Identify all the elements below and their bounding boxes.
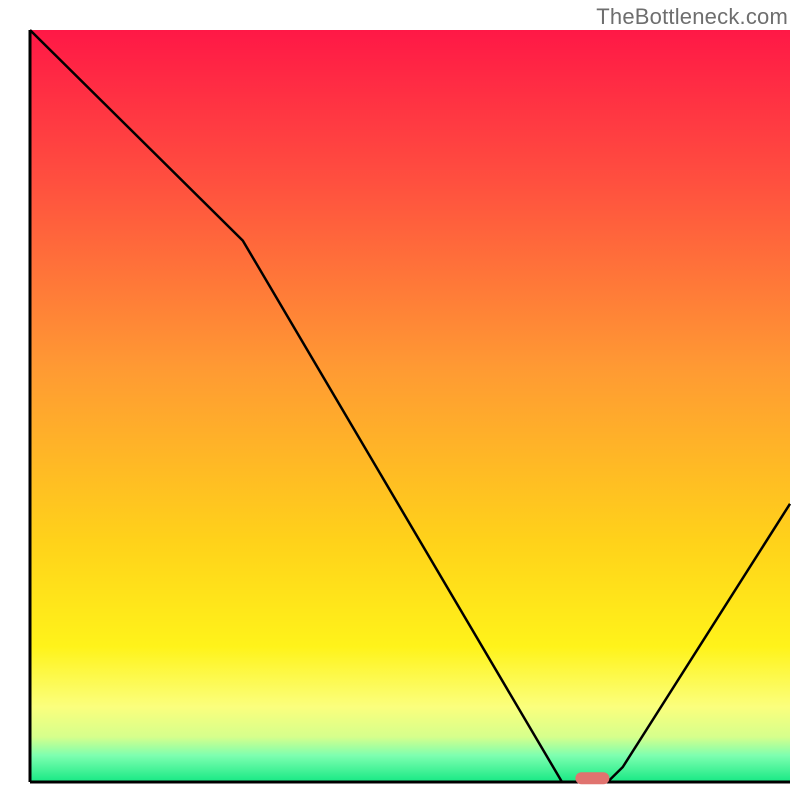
plot-area — [30, 30, 790, 784]
chart-container: TheBottleneck.com — [0, 0, 800, 800]
bottleneck-chart — [0, 0, 800, 800]
optimal-marker — [575, 772, 609, 784]
